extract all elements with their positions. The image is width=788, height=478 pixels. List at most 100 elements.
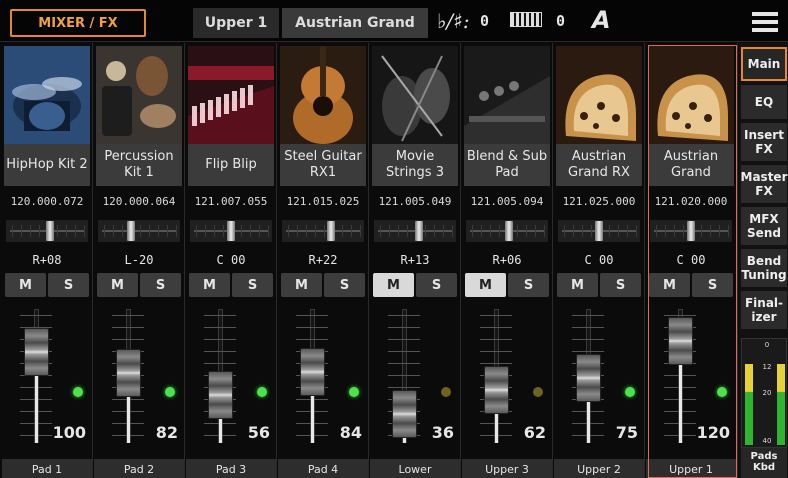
channel-strip[interactable]: Austrian Grand RX 121.025.000 C 00 M S 75 Uppe…: [554, 43, 644, 478]
volume-fader[interactable]: 120: [650, 305, 732, 453]
solo-button[interactable]: S: [692, 273, 733, 297]
mute-button[interactable]: M: [97, 273, 138, 297]
bank-number: 121.005.049: [378, 195, 452, 208]
channel-strip[interactable]: Steel Guitar RX1 121.015.025 R+22 M S 84 Pad 4: [278, 43, 368, 478]
sound-name[interactable]: Austrian Grand: [648, 144, 734, 186]
track-name[interactable]: Pad 1: [2, 459, 92, 478]
sound-name[interactable]: Steel Guitar RX1: [280, 144, 366, 186]
sound-photo[interactable]: [188, 46, 274, 144]
pan-slider[interactable]: [190, 220, 272, 242]
keyboard-icon: [510, 12, 542, 27]
track-name[interactable]: Pad 2: [94, 459, 184, 478]
pan-slider[interactable]: [374, 220, 456, 242]
pan-knob[interactable]: [415, 221, 423, 241]
track-name[interactable]: Pad 4: [278, 459, 368, 478]
tab-eq[interactable]: EQ: [741, 85, 787, 119]
volume-fader[interactable]: 62: [466, 305, 548, 453]
volume-value: 36: [431, 423, 454, 442]
mute-button[interactable]: M: [557, 273, 598, 297]
track-name[interactable]: Upper 3: [462, 459, 552, 478]
output-level-meter: 0 12 20 40: [741, 338, 787, 448]
volume-fader[interactable]: 100: [6, 305, 88, 453]
fader-cap[interactable]: [24, 328, 49, 376]
tab-mfx-send[interactable]: MFX Send: [741, 207, 787, 245]
volume-fader[interactable]: 56: [190, 305, 272, 453]
pan-knob[interactable]: [227, 221, 235, 241]
solo-button[interactable]: S: [416, 273, 457, 297]
pan-knob[interactable]: [505, 221, 513, 241]
volume-fader[interactable]: 82: [98, 305, 180, 453]
volume-fader[interactable]: 84: [282, 305, 364, 453]
sound-name[interactable]: Austrian Grand RX: [556, 144, 642, 186]
track-name[interactable]: Upper 1: [646, 459, 736, 478]
solo-button[interactable]: S: [232, 273, 273, 297]
channel-strip[interactable]: Austrian Grand 121.020.000 C 00 M S 120 Upper …: [646, 43, 736, 478]
pads-kbd-button[interactable]: Pads Kbd: [741, 448, 787, 478]
volume-fader[interactable]: 36: [374, 305, 456, 453]
mute-button[interactable]: M: [373, 273, 414, 297]
track-name[interactable]: Lower: [370, 459, 460, 478]
fader-cap[interactable]: [208, 371, 233, 419]
channel-strip[interactable]: HipHop Kit 2 120.000.072 R+08 M S 100 Pad 1: [2, 43, 92, 478]
pan-slider[interactable]: [282, 220, 364, 242]
track-name[interactable]: Pad 3: [186, 459, 276, 478]
sound-photo[interactable]: [556, 46, 642, 144]
channel-strip[interactable]: Blend & Sub Pad 121.005.094 R+06 M S 62 Upper …: [462, 43, 552, 478]
pan-slider[interactable]: [6, 220, 88, 242]
pan-knob[interactable]: [327, 221, 335, 241]
solo-button[interactable]: S: [48, 273, 89, 297]
sound-photo[interactable]: [280, 46, 366, 144]
fader-cap[interactable]: [300, 348, 325, 396]
sound-photo[interactable]: [464, 46, 550, 144]
solo-button[interactable]: S: [508, 273, 549, 297]
pan-slider[interactable]: [466, 220, 548, 242]
volume-value: 56: [247, 423, 270, 442]
top-bar: MIXER / FX Upper 1 Austrian Grand ♭/♯: 0…: [0, 0, 788, 42]
bank-number: 121.005.094: [470, 195, 544, 208]
mute-button[interactable]: M: [649, 273, 690, 297]
pan-knob[interactable]: [46, 221, 54, 241]
pan-slider[interactable]: [98, 220, 180, 242]
solo-button[interactable]: S: [324, 273, 365, 297]
fader-cap[interactable]: [484, 366, 509, 414]
sound-name[interactable]: Blend & Sub Pad: [464, 144, 550, 186]
mute-button[interactable]: M: [281, 273, 322, 297]
channel-strip[interactable]: Percussion Kit 1 120.000.064 L-20 M S 82 Pad 2: [94, 43, 184, 478]
sound-photo[interactable]: [4, 46, 90, 144]
selected-track-label[interactable]: Upper 1: [193, 8, 279, 38]
hamburger-menu-icon[interactable]: [752, 12, 778, 32]
volume-fader[interactable]: 75: [558, 305, 640, 453]
tab-main[interactable]: Main: [741, 47, 787, 81]
fader-cap[interactable]: [668, 317, 693, 365]
sound-name[interactable]: Percussion Kit 1: [96, 144, 182, 186]
fader-cap[interactable]: [116, 349, 141, 397]
sound-photo[interactable]: [96, 46, 182, 144]
mute-button[interactable]: M: [189, 273, 230, 297]
pan-knob[interactable]: [687, 221, 695, 241]
fader-cap[interactable]: [392, 390, 417, 438]
sound-name[interactable]: Flip Blip: [188, 144, 274, 186]
solo-button[interactable]: S: [600, 273, 641, 297]
volume-value: 84: [339, 423, 362, 442]
fader-cap[interactable]: [576, 354, 601, 402]
pan-slider[interactable]: [650, 220, 732, 242]
mixer-fx-button[interactable]: MIXER / FX: [10, 9, 146, 37]
selected-sound-name[interactable]: Austrian Grand: [282, 8, 428, 38]
channel-strip[interactable]: Movie Strings 3 121.005.049 R+13 M S 36 Lower: [370, 43, 460, 478]
tab-insert-fx[interactable]: Insert FX: [741, 123, 787, 161]
sound-photo[interactable]: [648, 46, 734, 144]
mute-button[interactable]: M: [465, 273, 506, 297]
pan-knob[interactable]: [595, 221, 603, 241]
tab-bend-tuning[interactable]: Bend Tuning: [741, 249, 787, 287]
track-name[interactable]: Upper 2: [554, 459, 644, 478]
tab-finalizer[interactable]: Final- izer: [741, 291, 787, 329]
tab-master-fx[interactable]: Master FX: [741, 165, 788, 203]
mute-button[interactable]: M: [5, 273, 46, 297]
sound-name[interactable]: HipHop Kit 2: [4, 144, 90, 186]
sound-name[interactable]: Movie Strings 3: [372, 144, 458, 186]
solo-button[interactable]: S: [140, 273, 181, 297]
sound-photo[interactable]: [372, 46, 458, 144]
channel-strip[interactable]: Flip Blip 121.007.055 C 00 M S 56 Pad 3: [186, 43, 276, 478]
pan-knob[interactable]: [127, 221, 135, 241]
pan-slider[interactable]: [558, 220, 640, 242]
